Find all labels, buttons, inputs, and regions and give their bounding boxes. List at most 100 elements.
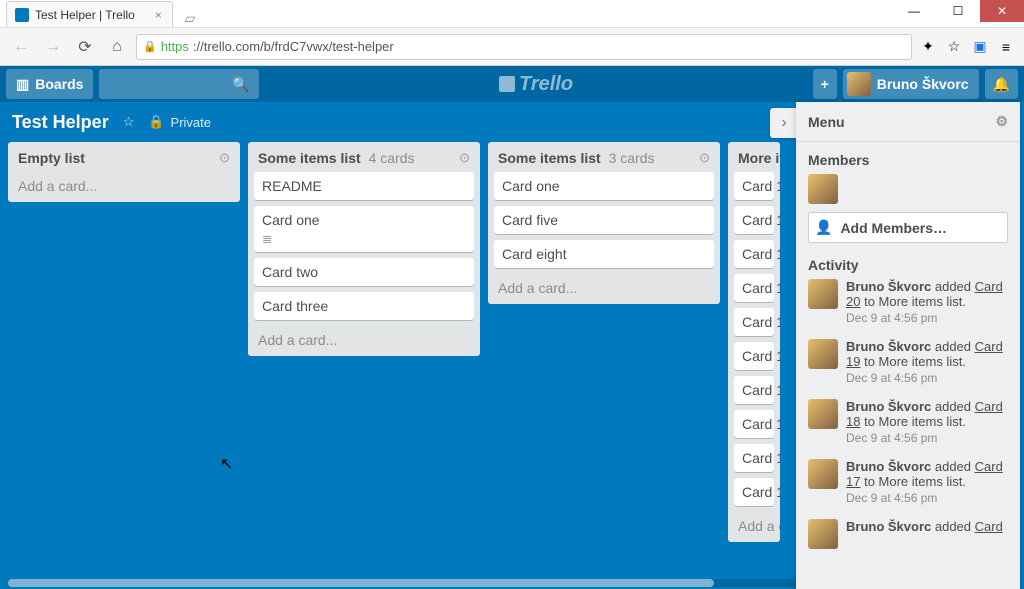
- list-header[interactable]: More items list ⊙: [734, 148, 774, 172]
- window-maximize-button[interactable]: ☐: [936, 0, 980, 22]
- card[interactable]: Card eight: [494, 240, 714, 268]
- trello-logo-icon: [499, 76, 515, 92]
- chevron-right-icon: ›: [781, 114, 786, 132]
- card[interactable]: Card one: [494, 172, 714, 200]
- card[interactable]: Card 15: [734, 342, 774, 370]
- member-avatar[interactable]: [808, 174, 838, 204]
- avatar[interactable]: [808, 459, 838, 489]
- card[interactable]: Card 17: [734, 410, 774, 438]
- tab-close-icon[interactable]: ×: [155, 8, 162, 22]
- search-icon: 🔍: [232, 76, 249, 93]
- activity-time: Dec 9 at 4:56 pm: [846, 371, 1008, 385]
- activity-text: Bruno Škvorc added Card 19 to More items…: [846, 339, 1008, 385]
- url-path: ://trello.com/b/frdC7vwx/test-helper: [193, 39, 394, 54]
- list: Some items list 3 cards ⊙ Card one Card fiv…: [488, 142, 720, 304]
- nav-home-button[interactable]: ⌂: [104, 34, 130, 60]
- extension-icon[interactable]: ▣: [970, 37, 990, 57]
- card[interactable]: Card 14: [734, 308, 774, 336]
- privacy-label: Private: [171, 115, 211, 130]
- browser-tab[interactable]: Test Helper | Trello ×: [6, 1, 173, 27]
- add-user-icon: 👤: [815, 219, 832, 236]
- card[interactable]: Card two: [254, 258, 474, 286]
- tab-favicon: [15, 8, 29, 22]
- add-card-button[interactable]: Add a card...: [254, 326, 474, 350]
- notifications-button[interactable]: 🔔: [985, 69, 1018, 99]
- card[interactable]: Card five: [494, 206, 714, 234]
- activity-heading: Activity: [808, 257, 1008, 273]
- extension-icon[interactable]: ✦: [918, 37, 938, 57]
- header-search[interactable]: 🔍: [99, 69, 259, 99]
- app-header: ▥ Boards 🔍 Trello + Bruno Škvorc 🔔: [0, 66, 1024, 102]
- list-title: More items list: [738, 150, 780, 166]
- star-button[interactable]: ☆: [123, 114, 135, 130]
- avatar[interactable]: [808, 519, 838, 549]
- avatar: [847, 72, 871, 96]
- new-tab-button[interactable]: ▱: [179, 9, 201, 27]
- activity-item: Bruno Škvorc added Card 18 to More items…: [808, 399, 1008, 445]
- avatar[interactable]: [808, 399, 838, 429]
- browser-toolbar: ← → ⟳ ⌂ 🔒 https://trello.com/b/frdC7vwx/…: [0, 28, 1024, 66]
- trello-logo[interactable]: Trello: [499, 73, 573, 96]
- card[interactable]: Card three: [254, 292, 474, 320]
- list: Empty list ⊙Add a card...: [8, 142, 240, 202]
- lock-icon: 🔒: [143, 40, 157, 53]
- add-card-button[interactable]: Add a card...: [494, 274, 714, 298]
- card[interactable]: README: [254, 172, 474, 200]
- card[interactable]: Card one≣: [254, 206, 474, 252]
- extension-icon[interactable]: ☆: [944, 37, 964, 57]
- sidebar-toggle[interactable]: ›: [770, 108, 798, 138]
- username: Bruno Škvorc: [877, 76, 969, 92]
- card[interactable]: Card 13: [734, 274, 774, 302]
- browser-menu-button[interactable]: ≡: [996, 37, 1016, 57]
- window-minimize-button[interactable]: —: [892, 0, 936, 22]
- nav-back-button[interactable]: ←: [8, 34, 34, 60]
- description-icon: ≣: [262, 232, 466, 246]
- card[interactable]: Card 12: [734, 240, 774, 268]
- list-count: 3 cards: [609, 150, 655, 166]
- nav-forward-button[interactable]: →: [40, 34, 66, 60]
- list: More items list ⊙Card 10 Card 11 Card 12 Ca…: [728, 142, 780, 542]
- add-members-button[interactable]: 👤 Add Members…: [808, 212, 1008, 243]
- gear-icon[interactable]: ⚙: [995, 113, 1008, 130]
- boards-label: Boards: [35, 76, 83, 92]
- activity-text: Bruno Škvorc added Card: [846, 519, 1003, 549]
- boards-button[interactable]: ▥ Boards: [6, 69, 93, 99]
- add-card-button[interactable]: Add a card...: [734, 512, 774, 536]
- window-controls: — ☐ ✕: [892, 0, 1024, 22]
- list-menu-icon[interactable]: ⊙: [699, 150, 710, 166]
- browser-titlebar: Test Helper | Trello × ▱ — ☐ ✕: [0, 0, 1024, 28]
- plus-icon: +: [821, 76, 829, 92]
- card[interactable]: Card 16: [734, 376, 774, 404]
- activity-actor: Bruno Škvorc: [846, 339, 931, 354]
- trello-app: ▥ Boards 🔍 Trello + Bruno Škvorc 🔔 Test …: [0, 66, 1024, 589]
- url-bar[interactable]: 🔒 https://trello.com/b/frdC7vwx/test-hel…: [136, 34, 912, 60]
- list-header[interactable]: Some items list 4 cards⊙: [254, 148, 474, 172]
- card[interactable]: Card 11: [734, 206, 774, 234]
- add-card-button[interactable]: Add a card...: [14, 172, 234, 196]
- list-menu-icon[interactable]: ⊙: [459, 150, 470, 166]
- activity-time: Dec 9 at 4:56 pm: [846, 491, 1008, 505]
- list-menu-icon[interactable]: ⊙: [219, 150, 230, 166]
- user-menu[interactable]: Bruno Škvorc: [843, 69, 979, 99]
- list-header[interactable]: Some items list 3 cards ⊙: [494, 148, 714, 172]
- card[interactable]: Card 19: [734, 478, 774, 506]
- list-header[interactable]: Empty list ⊙: [14, 148, 234, 172]
- list-title: Empty list: [18, 150, 85, 166]
- window-close-button[interactable]: ✕: [980, 0, 1024, 22]
- card[interactable]: Card 10: [734, 172, 774, 200]
- add-members-label: Add Members…: [840, 220, 947, 236]
- lock-icon: 🔒: [148, 114, 164, 130]
- avatar[interactable]: [808, 339, 838, 369]
- activity-object-link[interactable]: Card: [975, 519, 1003, 534]
- nav-reload-button[interactable]: ⟳: [72, 34, 98, 60]
- scrollbar-thumb[interactable]: [8, 579, 714, 587]
- card[interactable]: Card 18: [734, 444, 774, 472]
- list-title: Some items list: [498, 150, 601, 166]
- activity-text: Bruno Škvorc added Card 18 to More items…: [846, 399, 1008, 445]
- create-button[interactable]: +: [813, 69, 837, 99]
- avatar[interactable]: [808, 279, 838, 309]
- activity-item: Bruno Škvorc added Card 20 to More items…: [808, 279, 1008, 325]
- activity-item: Bruno Škvorc added Card: [808, 519, 1008, 549]
- board-name[interactable]: Test Helper: [12, 112, 109, 133]
- board-privacy[interactable]: 🔒 Private: [148, 114, 211, 130]
